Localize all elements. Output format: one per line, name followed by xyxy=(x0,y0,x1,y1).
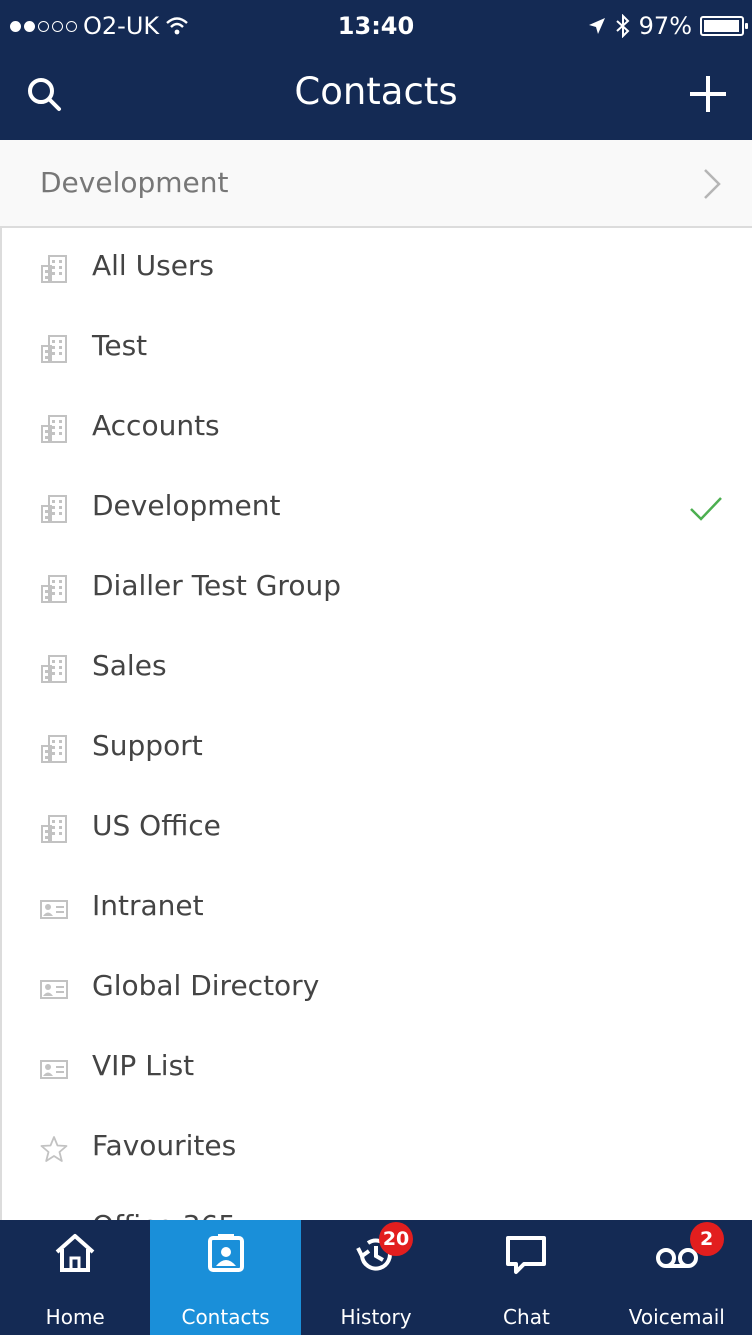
building-icon xyxy=(40,814,68,844)
directory-row[interactable]: Accounts xyxy=(2,388,752,468)
tab-contacts-label: Contacts xyxy=(181,1305,270,1329)
navigation-bar: Contacts xyxy=(0,52,752,140)
directory-row-label: VIP List xyxy=(92,1049,195,1082)
voicemail-badge: 2 xyxy=(689,1222,724,1256)
directory-row-label: Favourites xyxy=(92,1129,237,1162)
directory-selector[interactable]: Development xyxy=(0,140,752,228)
directory-row[interactable]: Test xyxy=(2,308,752,388)
tab-voicemail-label: Voicemail xyxy=(628,1305,725,1329)
directory-row-label: Development xyxy=(92,489,281,522)
directory-row-label: Office 365 xyxy=(92,1209,236,1220)
directory-row[interactable]: Support xyxy=(2,708,752,788)
building-icon xyxy=(40,654,68,684)
directory-list: All Users Test Accounts Development Dialler … xyxy=(0,228,752,1220)
directory-row[interactable]: All Users xyxy=(2,228,752,308)
directory-row-label: Test xyxy=(92,329,148,362)
directory-row[interactable]: Intranet xyxy=(2,868,752,948)
directory-row-label: Sales xyxy=(92,649,167,682)
directory-row[interactable]: Dialler Test Group xyxy=(2,548,752,628)
contacts-icon xyxy=(207,1234,244,1272)
tab-voicemail[interactable]: 2 Voicemail xyxy=(602,1220,752,1335)
directory-row-label: Dialler Test Group xyxy=(92,569,341,602)
building-icon xyxy=(40,414,68,444)
home-icon xyxy=(55,1234,95,1272)
directory-row-label: Intranet xyxy=(92,889,204,922)
directory-row[interactable]: US Office xyxy=(2,788,752,868)
chevron-right-icon xyxy=(704,169,721,199)
tab-history[interactable]: 20 History xyxy=(301,1220,451,1335)
building-icon xyxy=(40,574,68,604)
contact-card-icon xyxy=(40,974,68,1004)
tab-contacts[interactable]: Contacts xyxy=(150,1220,301,1335)
directory-row[interactable]: VIP List xyxy=(2,1028,752,1108)
checkmark-icon xyxy=(688,494,724,524)
directory-row-label: Support xyxy=(92,729,203,762)
tab-history-label: History xyxy=(340,1305,412,1329)
selected-directory-label: Development xyxy=(40,166,229,199)
chat-bubble-icon xyxy=(506,1236,547,1274)
directory-row-label: Global Directory xyxy=(92,969,320,1002)
building-icon xyxy=(40,254,68,284)
contact-card-icon xyxy=(40,1054,68,1084)
page-title: Contacts xyxy=(294,70,458,113)
tab-bar: Home Contacts 20 History Chat 2 Voicemai… xyxy=(0,1220,752,1335)
tab-chat-label: Chat xyxy=(503,1305,550,1329)
building-icon xyxy=(40,734,68,764)
directory-row-label: US Office xyxy=(92,809,221,842)
tab-chat[interactable]: Chat xyxy=(451,1220,601,1335)
contact-card-icon xyxy=(40,894,68,924)
status-bar: O2-UK 13:40 97% xyxy=(0,0,752,52)
building-icon xyxy=(40,334,68,364)
directory-row[interactable]: Favourites xyxy=(2,1108,752,1188)
location-arrow-icon xyxy=(588,18,605,34)
history-badge: 20 xyxy=(378,1222,414,1256)
directory-row[interactable]: Sales xyxy=(2,628,752,708)
battery-percent: 97% xyxy=(638,12,692,40)
battery-icon xyxy=(700,16,748,36)
directory-row[interactable]: Global Directory xyxy=(2,948,752,1028)
bluetooth-icon xyxy=(615,14,630,38)
directory-row-label: Accounts xyxy=(92,409,220,442)
directory-row-label: All Users xyxy=(92,249,215,282)
star-icon xyxy=(40,1134,68,1164)
tab-home[interactable]: Home xyxy=(0,1220,150,1335)
directory-row[interactable]: Development xyxy=(2,468,752,548)
tab-home-label: Home xyxy=(45,1305,105,1329)
building-icon xyxy=(40,494,68,524)
add-icon[interactable] xyxy=(686,72,730,116)
directory-row[interactable]: Office 365 xyxy=(2,1188,752,1220)
